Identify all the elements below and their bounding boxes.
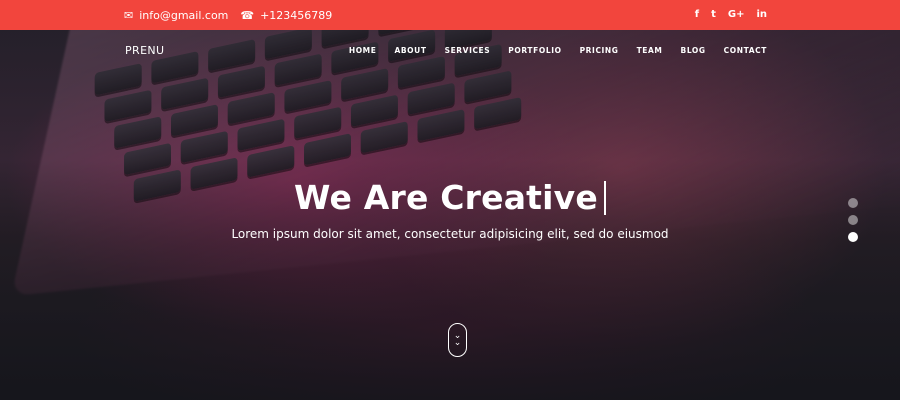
phone-icon: ☎ — [240, 9, 255, 22]
phone-text: +123456789 — [260, 9, 333, 22]
slide-pagination — [848, 198, 858, 249]
envelope-icon: ✉ — [124, 9, 134, 22]
slide-dot-3[interactable] — [848, 232, 858, 242]
social-links: f t G+ in — [683, 9, 767, 20]
contact-info: ✉ info@gmail.com ☎ +123456789 — [124, 9, 344, 22]
facebook-icon[interactable]: f — [695, 9, 699, 20]
typing-cursor — [603, 181, 606, 215]
slide-dot-2[interactable] — [848, 215, 858, 225]
nav-item-contact[interactable]: CONTACT — [724, 46, 767, 55]
email-text: info@gmail.com — [139, 9, 229, 22]
nav-menu: HOME ABOUT SERVICES PORTFOLIO PRICING TE… — [331, 46, 767, 55]
nav-item-home[interactable]: HOME — [349, 46, 377, 55]
hero-headline: We Are Creative — [0, 178, 900, 217]
nav-item-services[interactable]: SERVICES — [445, 46, 491, 55]
nav-item-pricing[interactable]: PRICING — [580, 46, 619, 55]
phone-item[interactable]: ☎ +123456789 — [240, 9, 332, 22]
main-navbar: PRENU HOME ABOUT SERVICES PORTFOLIO PRIC… — [0, 30, 900, 70]
headline-text: We Are Creative — [294, 178, 598, 217]
email-item[interactable]: ✉ info@gmail.com — [124, 9, 228, 22]
nav-item-blog[interactable]: BLOG — [681, 46, 706, 55]
nav-item-portfolio[interactable]: PORTFOLIO — [508, 46, 561, 55]
nav-item-about[interactable]: ABOUT — [394, 46, 426, 55]
google-plus-icon[interactable]: G+ — [728, 9, 745, 20]
linkedin-icon[interactable]: in — [756, 9, 767, 20]
hero-subtitle: Lorem ipsum dolor sit amet, consectetur … — [231, 227, 669, 241]
scroll-down-button[interactable]: ⌄ ⌄ — [448, 323, 467, 357]
double-chevron-down-icon: ⌄ ⌄ — [453, 331, 462, 348]
twitter-icon[interactable]: t — [711, 9, 716, 20]
nav-item-team[interactable]: TEAM — [637, 46, 663, 55]
slide-dot-1[interactable] — [848, 198, 858, 208]
brand-logo[interactable]: PRENU — [125, 44, 165, 57]
top-bar: ✉ info@gmail.com ☎ +123456789 f t G+ in — [0, 0, 900, 30]
